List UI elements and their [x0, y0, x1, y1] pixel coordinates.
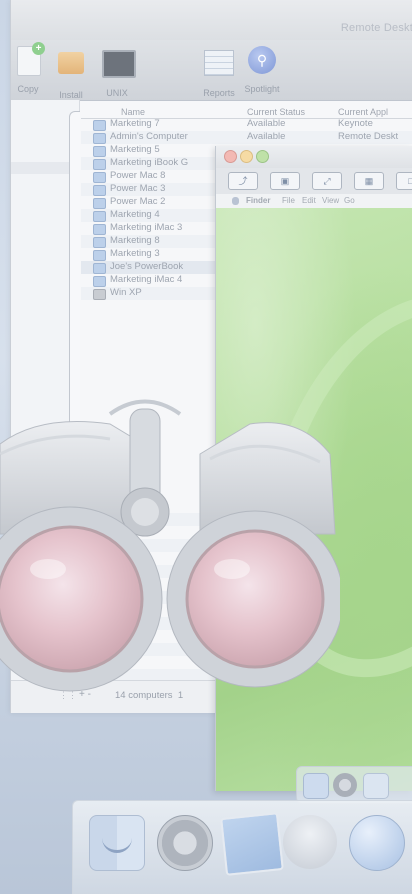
computer-icon: [93, 133, 106, 144]
computer-icon: [93, 198, 106, 209]
computer-name: Marketing 3: [110, 248, 160, 259]
menu-file[interactable]: File: [282, 196, 295, 205]
copy-label: Copy: [17, 84, 39, 94]
current-status: Available: [247, 131, 286, 142]
menu-finder[interactable]: Finder: [246, 196, 270, 205]
menu-go[interactable]: Go: [344, 196, 355, 205]
window-titlebar: Remote Deskt: [11, 0, 412, 40]
remote-dock: [296, 766, 412, 804]
computer-icon: [93, 250, 106, 261]
computer-name: Marketing iBook G: [110, 157, 189, 168]
terminal-icon: [102, 50, 136, 80]
computer-icon: [93, 289, 106, 300]
finder-icon[interactable]: [89, 815, 145, 871]
remote-menubar: Finder File Edit View Go: [216, 194, 412, 209]
reports-button[interactable]: Reports: [197, 46, 241, 98]
close-button[interactable]: [224, 150, 237, 163]
screen: Remote Deskt + Copy Install UNIX Reports…: [0, 0, 412, 894]
column-header-status[interactable]: Current Status: [247, 107, 305, 117]
computer-icon: [93, 159, 106, 170]
computer-icon: [93, 237, 106, 248]
computer-name: Marketing 7: [110, 118, 160, 129]
computer-name: Power Mac 8: [110, 170, 166, 181]
install-button[interactable]: Install: [51, 46, 91, 100]
computer-name: Win XP: [110, 287, 142, 298]
toolbar: + Copy Install UNIX Reports ⚲ Spotlight: [11, 40, 412, 101]
computer-icon: [93, 224, 106, 235]
column-header-name[interactable]: Name: [121, 107, 145, 117]
observe-mode-icon[interactable]: ⤴: [228, 172, 258, 190]
computer-icon: [93, 276, 106, 287]
remote-window-titlebar: [216, 146, 412, 168]
computer-icon: [93, 172, 106, 183]
window-title: Remote Deskt: [340, 22, 412, 34]
package-icon: [56, 52, 86, 82]
column-header-application[interactable]: Current Appl: [338, 107, 388, 117]
computer-icon: [93, 120, 106, 131]
share-clipboard-icon[interactable]: □: [396, 172, 412, 190]
computer-icon: [93, 263, 106, 274]
fit-screen-icon[interactable]: ⤢: [312, 172, 342, 190]
current-application: Keynote: [338, 118, 373, 129]
computer-name: Power Mac 2: [110, 196, 166, 207]
copy-button[interactable]: + Copy: [5, 42, 51, 94]
finder-icon[interactable]: [303, 773, 329, 799]
mail-icon[interactable]: [363, 773, 389, 799]
computer-icon: [93, 146, 106, 157]
spotlight-label: Spotlight: [244, 84, 280, 94]
computer-name: Marketing 5: [110, 144, 160, 155]
computer-icon: [93, 185, 106, 196]
copy-icon: +: [13, 42, 45, 76]
computer-name: Marketing 4: [110, 209, 160, 220]
spotlight-button[interactable]: ⚲ Spotlight: [237, 46, 287, 94]
unix-label: UNIX: [106, 88, 128, 98]
photo-icon[interactable]: [220, 812, 284, 876]
install-label: Install: [59, 90, 83, 100]
safari-icon[interactable]: [333, 773, 357, 797]
apple-icon[interactable]: [232, 197, 239, 205]
report-icon: [204, 50, 234, 80]
menu-edit[interactable]: Edit: [302, 196, 316, 205]
current-application: Remote Deskt: [338, 131, 399, 142]
network-globe-icon[interactable]: [349, 815, 405, 871]
capture-screen-icon[interactable]: ▦: [354, 172, 384, 190]
remote-toolbar: ⤴ ▣ ⤢ ▦ □: [216, 168, 412, 194]
computer-icon: [93, 211, 106, 222]
current-status: Available: [247, 118, 286, 129]
table-row[interactable]: Admin's Computer Available Remote Deskt: [81, 131, 412, 144]
computer-name: Power Mac 3: [110, 183, 166, 194]
dock: [72, 800, 412, 894]
curtain-mode-icon[interactable]: ▣: [270, 172, 300, 190]
computer-name: Admin's Computer: [110, 131, 188, 142]
unix-button[interactable]: UNIX: [97, 46, 137, 98]
table-row[interactable]: Marketing 7 Available Keynote: [81, 118, 412, 131]
binoculars-icon: [0, 399, 340, 692]
computer-name: Marketing 8: [110, 235, 160, 246]
computer-name: Marketing iMac 4: [110, 274, 183, 285]
safari-icon[interactable]: [157, 815, 213, 871]
menu-view[interactable]: View: [322, 196, 339, 205]
zoom-button[interactable]: [256, 150, 269, 163]
search-icon: ⚲: [247, 46, 277, 76]
reports-label: Reports: [203, 88, 235, 98]
computer-name: Joe's PowerBook: [110, 261, 184, 272]
computer-name: Marketing iMac 3: [110, 222, 183, 233]
automator-icon[interactable]: [283, 815, 337, 869]
minimize-button[interactable]: [240, 150, 253, 163]
